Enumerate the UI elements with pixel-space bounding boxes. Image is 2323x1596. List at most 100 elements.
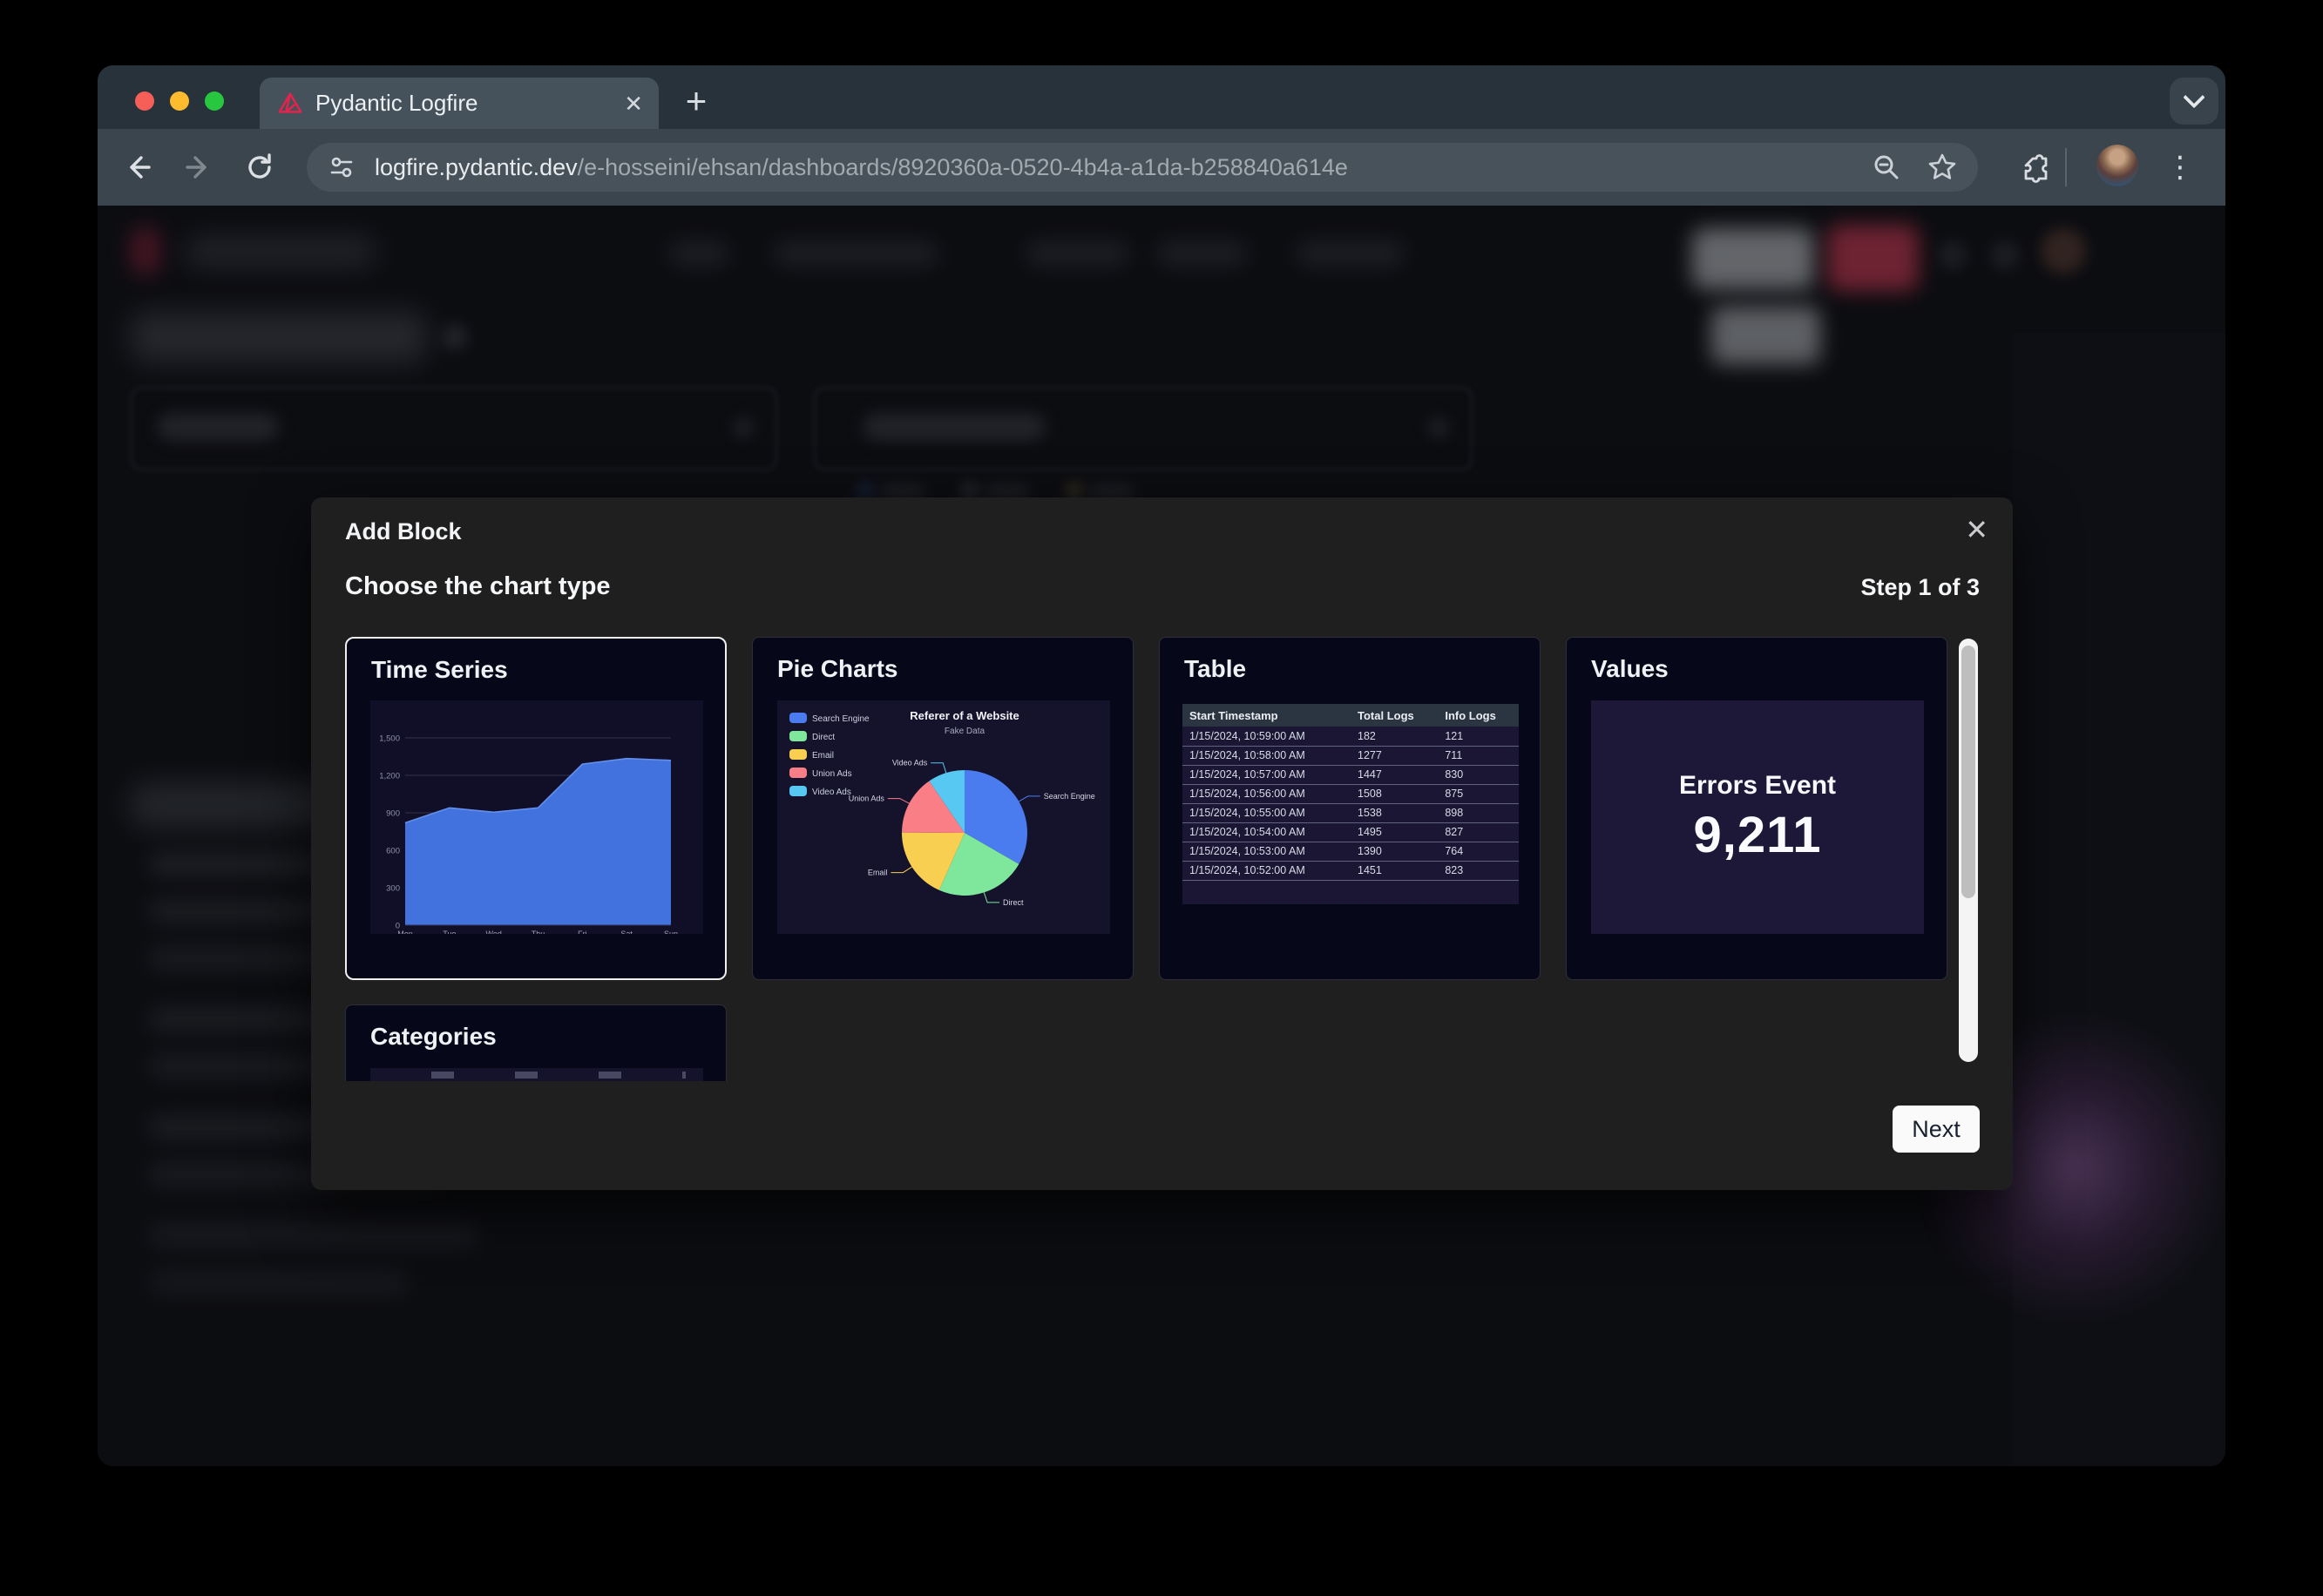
table-cell: 711 [1438,746,1519,765]
table-cell: 1/15/2024, 10:54:00 AM [1182,822,1351,842]
tab-search-button[interactable] [2170,78,2218,125]
new-tab-button[interactable]: + [676,81,716,121]
table-cell: 1/15/2024, 10:58:00 AM [1182,746,1351,765]
card-title: Categories [370,1023,497,1051]
table-cell: 823 [1438,861,1519,880]
log-table: Start TimestampTotal LogsInfo Logs 1/15/… [1182,704,1519,881]
page-content: Add Block ✕ Choose the chart type Step 1… [98,206,2225,1466]
logfire-logo-icon [277,91,303,117]
reload-button[interactable] [240,148,279,186]
table-column-header: Start Timestamp [1182,704,1351,727]
svg-text:Search Engine: Search Engine [1044,792,1095,801]
table-column-header: Total Logs [1351,704,1438,727]
scrollbar-thumb[interactable] [1961,646,1975,898]
tab-close-icon[interactable]: ✕ [624,92,643,115]
table-row: 1/15/2024, 10:55:00 AM1538898 [1182,803,1519,822]
table-header: Start TimestampTotal LogsInfo Logs [1182,704,1519,727]
chart-type-list: Time Series 03006009001,2001,500MonTueWe… [345,637,1947,1081]
card-table[interactable]: Table Start TimestampTotal LogsInfo Logs… [1159,637,1541,980]
window-minimize-button[interactable] [170,91,189,111]
svg-text:900: 900 [386,809,400,819]
table-cell: 1/15/2024, 10:53:00 AM [1182,842,1351,861]
table-row: 1/15/2024, 10:57:00 AM1447830 [1182,765,1519,784]
modal-close-icon[interactable]: ✕ [1965,513,1988,546]
table-cell: 1451 [1351,861,1438,880]
bookmark-star-icon[interactable] [1927,152,1957,182]
browser-menu-button[interactable]: ⋮ [2161,148,2199,186]
svg-text:1,500: 1,500 [379,734,400,744]
card-time-series[interactable]: Time Series 03006009001,2001,500MonTueWe… [345,637,727,980]
card-pie-charts[interactable]: Pie Charts Referer of a Website Fake Data… [752,637,1134,980]
card-title: Table [1184,655,1246,683]
table-row: 1/15/2024, 10:58:00 AM1277711 [1182,746,1519,765]
table-row: 1/15/2024, 10:59:00 AM182121 [1182,727,1519,746]
table-cell: 1/15/2024, 10:59:00 AM [1182,727,1351,746]
svg-text:Mon: Mon [397,930,413,934]
url-path: /e-hosseini/ehsan/dashboards/8920360a-05… [578,154,1348,180]
back-button[interactable] [119,148,157,186]
modal-scrollbar[interactable] [1959,639,1978,1062]
svg-text:Search Engine: Search Engine [812,714,870,724]
svg-text:600: 600 [386,847,400,856]
table-cell: 121 [1438,727,1519,746]
svg-text:Union Ads: Union Ads [849,795,885,803]
svg-text:Union Ads: Union Ads [812,769,852,779]
svg-text:Sun: Sun [664,930,678,934]
svg-text:1,200: 1,200 [379,772,400,781]
next-button[interactable]: Next [1893,1106,1980,1153]
svg-text:Video Ads: Video Ads [892,759,928,768]
svg-text:Fri: Fri [578,930,587,934]
table-cell: 1277 [1351,746,1438,765]
chevron-down-icon [2183,86,2204,108]
table-cell: 1/15/2024, 10:57:00 AM [1182,765,1351,784]
table-cell: 182 [1351,727,1438,746]
card-title: Pie Charts [777,655,898,683]
omnibox[interactable]: logfire.pydantic.dev/e-hosseini/ehsan/da… [307,143,1978,192]
values-panel-title: Errors Event [1679,771,1836,801]
card-categories[interactable]: Categories [345,1004,727,1081]
window-zoom-button[interactable] [205,91,224,111]
table-cell: 1390 [1351,842,1438,861]
forward-button[interactable] [179,148,218,186]
window-close-button[interactable] [135,91,154,111]
table-cell: 1/15/2024, 10:56:00 AM [1182,784,1351,803]
browser-toolbar: logfire.pydantic.dev/e-hosseini/ehsan/da… [98,129,2225,206]
pie-thumbnail: Referer of a Website Fake Data Search Engi… [777,700,1110,934]
svg-text:Sat: Sat [620,930,633,934]
back-icon [122,152,153,183]
browser-tab[interactable]: Pydantic Logfire ✕ [260,78,659,129]
svg-text:Fake Data: Fake Data [945,727,985,736]
url-text: logfire.pydantic.dev/e-hosseini/ehsan/da… [375,154,1872,181]
table-row: 1/15/2024, 10:53:00 AM1390764 [1182,842,1519,861]
table-cell: 1508 [1351,784,1438,803]
svg-text:Video Ads: Video Ads [812,788,851,797]
toolbar-divider [2065,148,2067,186]
clipped-chart-hint [431,1072,686,1079]
svg-text:Referer of a Website: Referer of a Website [910,709,1019,722]
forward-icon [183,152,214,183]
table-cell: 1538 [1351,803,1438,822]
svg-text:Tue: Tue [443,930,456,934]
profile-avatar[interactable] [2096,145,2138,186]
svg-text:Direct: Direct [812,733,835,742]
table-cell: 764 [1438,842,1519,861]
table-column-header: Info Logs [1438,704,1519,727]
site-info-icon [328,153,356,181]
svg-text:Email: Email [868,869,888,877]
table-cell: 1495 [1351,822,1438,842]
tab-title: Pydantic Logfire [315,90,624,117]
svg-text:Thu: Thu [532,930,545,934]
table-row: 1/15/2024, 10:56:00 AM1508875 [1182,784,1519,803]
svg-text:Email: Email [812,751,834,761]
screenshot-root: Pydantic Logfire ✕ + [0,0,2323,1596]
card-values[interactable]: Values Errors Event 9,211 [1566,637,1947,980]
table-cell: 827 [1438,822,1519,842]
browser-window: Pydantic Logfire ✕ + [98,65,2225,1466]
table-cell: 875 [1438,784,1519,803]
categories-thumbnail [370,1068,703,1081]
card-title: Time Series [371,656,508,684]
zoom-page-icon[interactable] [1872,152,1901,182]
extensions-button[interactable] [2020,148,2058,186]
table-row: 1/15/2024, 10:52:00 AM1451823 [1182,861,1519,880]
svg-text:Wed: Wed [485,930,501,934]
